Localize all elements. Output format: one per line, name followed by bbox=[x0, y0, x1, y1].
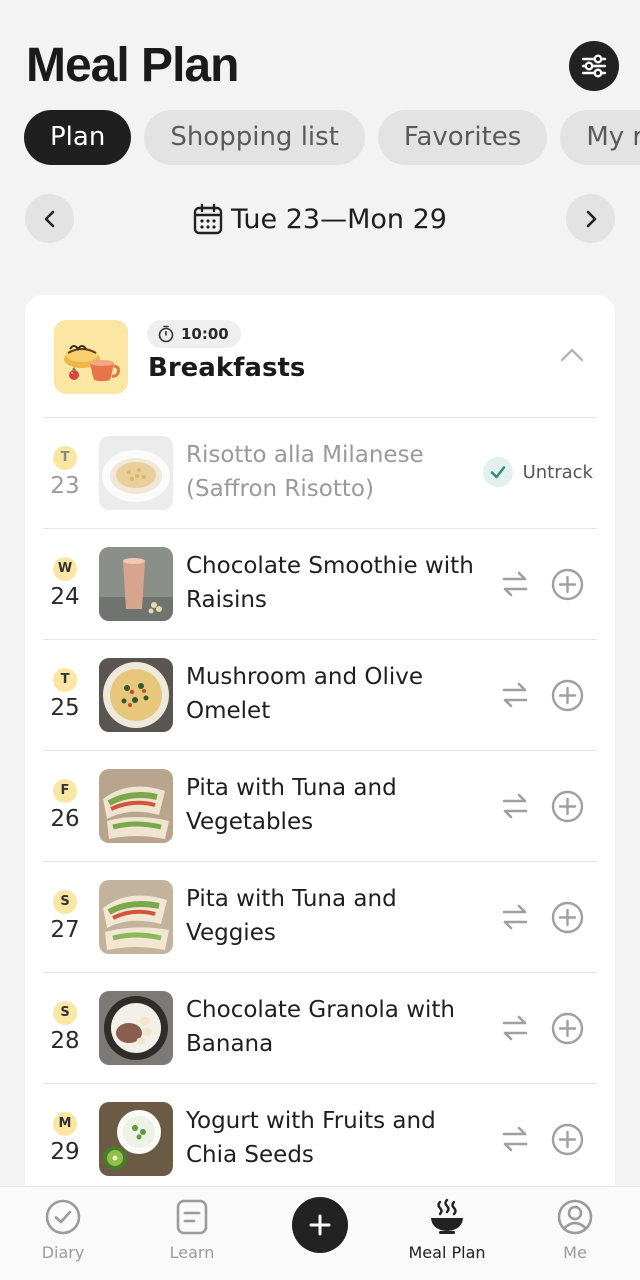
breakfast-illustration bbox=[54, 320, 128, 394]
page-title: Meal Plan bbox=[26, 39, 239, 92]
meal-row[interactable]: W 24 Chocolate Smoothie with Raisins bbox=[43, 529, 597, 640]
tab-my-recipes[interactable]: My re bbox=[560, 110, 640, 165]
nav-me-label: Me bbox=[563, 1243, 587, 1262]
bottom-nav: Diary Learn Meal Plan Me bbox=[0, 1186, 640, 1280]
meal-time-badge: 10:00 bbox=[147, 320, 241, 348]
week-range-label: Tue 23—Mon 29 bbox=[231, 203, 447, 235]
user-circle-icon bbox=[557, 1199, 593, 1235]
day-label: M 29 bbox=[46, 1112, 84, 1167]
meal-card: 10:00 Breakfasts T 23 Risotto alla Milan… bbox=[25, 295, 615, 1205]
add-circle-icon[interactable] bbox=[551, 1012, 584, 1045]
swap-icon[interactable] bbox=[501, 791, 529, 821]
swap-icon[interactable] bbox=[501, 1013, 529, 1043]
add-circle-icon[interactable] bbox=[551, 901, 584, 934]
day-number: 26 bbox=[50, 806, 80, 832]
tab-plan[interactable]: Plan bbox=[24, 110, 132, 165]
food-name: Chocolate Granola with Banana bbox=[186, 997, 456, 1057]
day-number: 28 bbox=[50, 1028, 80, 1054]
week-range[interactable]: Tue 23—Mon 29 bbox=[25, 194, 615, 244]
day-letter: M bbox=[53, 1112, 77, 1136]
day-letter: F bbox=[53, 779, 77, 803]
day-number: 25 bbox=[50, 695, 80, 721]
food-name: Chocolate Smoothie with Raisins bbox=[186, 553, 474, 613]
day-letter: T bbox=[53, 446, 77, 470]
nav-me[interactable]: Me bbox=[525, 1197, 625, 1262]
food-image bbox=[99, 436, 173, 510]
tab-bar: Plan Shopping list Favorites My re bbox=[24, 110, 640, 165]
nav-learn[interactable]: Learn bbox=[142, 1197, 242, 1262]
day-label: S 28 bbox=[46, 1001, 84, 1056]
bowl-icon bbox=[431, 1198, 463, 1234]
next-week-button[interactable] bbox=[566, 194, 615, 243]
add-button[interactable] bbox=[292, 1197, 348, 1253]
check-circle-icon bbox=[45, 1199, 81, 1235]
food-image bbox=[99, 547, 173, 621]
day-letter: S bbox=[53, 1001, 77, 1025]
nav-meal-plan-label: Meal Plan bbox=[408, 1243, 486, 1262]
meal-row[interactable]: S 27 Pita with Tuna and Veggies bbox=[43, 862, 597, 973]
meal-title: Breakfasts bbox=[148, 353, 306, 383]
check-icon bbox=[482, 457, 513, 487]
filter-button[interactable] bbox=[569, 41, 619, 91]
meal-row[interactable]: S 28 Chocolate Granola with Banana bbox=[43, 973, 597, 1084]
add-circle-icon[interactable] bbox=[551, 679, 584, 712]
food-name: Risotto alla Milanese (Saffron Risotto) bbox=[186, 442, 424, 502]
chevron-up-icon[interactable] bbox=[559, 345, 585, 365]
day-letter: T bbox=[53, 668, 77, 692]
swap-icon[interactable] bbox=[501, 680, 529, 710]
nav-learn-label: Learn bbox=[169, 1243, 215, 1262]
tab-shopping-list[interactable]: Shopping list bbox=[144, 110, 365, 165]
day-number: 23 bbox=[50, 473, 80, 499]
food-name: Mushroom and Olive Omelet bbox=[186, 664, 424, 724]
food-image bbox=[99, 1102, 173, 1176]
add-circle-icon[interactable] bbox=[551, 568, 584, 601]
document-icon bbox=[176, 1199, 208, 1235]
meal-time: 10:00 bbox=[181, 325, 229, 343]
day-label: T 25 bbox=[46, 668, 84, 723]
header: Meal Plan bbox=[26, 38, 620, 94]
food-image bbox=[99, 880, 173, 954]
day-letter: W bbox=[53, 557, 77, 581]
calendar-icon bbox=[193, 203, 223, 235]
food-image bbox=[99, 658, 173, 732]
day-number: 29 bbox=[50, 1139, 80, 1165]
day-label: T 23 bbox=[46, 446, 84, 501]
swap-icon[interactable] bbox=[501, 902, 529, 932]
food-name: Yogurt with Fruits and Chia Seeds bbox=[186, 1108, 436, 1168]
day-number: 27 bbox=[50, 917, 80, 943]
meal-row[interactable]: F 26 Pita with Tuna and Vegetables bbox=[43, 751, 597, 862]
swap-icon[interactable] bbox=[501, 569, 529, 599]
food-name: Pita with Tuna and Veggies bbox=[186, 886, 397, 946]
day-letter: S bbox=[53, 890, 77, 914]
week-navigator: Tue 23—Mon 29 bbox=[25, 194, 615, 244]
food-image bbox=[99, 769, 173, 843]
add-circle-icon[interactable] bbox=[551, 790, 584, 823]
food-image bbox=[99, 991, 173, 1065]
swap-icon[interactable] bbox=[501, 1124, 529, 1154]
stopwatch-icon bbox=[158, 325, 174, 343]
chevron-right-icon bbox=[586, 210, 596, 227]
sliders-icon bbox=[581, 54, 607, 78]
day-label: S 27 bbox=[46, 890, 84, 945]
add-circle-icon[interactable] bbox=[551, 1123, 584, 1156]
day-label: F 26 bbox=[46, 779, 84, 834]
nav-diary[interactable]: Diary bbox=[13, 1197, 113, 1262]
nav-diary-label: Diary bbox=[41, 1243, 85, 1262]
meal-row[interactable]: T 25 Mushroom and Olive Omelet bbox=[43, 640, 597, 751]
untrack-label: Untrack bbox=[522, 461, 593, 483]
untrack-button[interactable]: Untrack bbox=[482, 457, 593, 487]
meal-card-header[interactable]: 10:00 Breakfasts bbox=[43, 295, 597, 418]
plus-icon bbox=[309, 1214, 331, 1236]
nav-meal-plan[interactable]: Meal Plan bbox=[397, 1197, 497, 1262]
meal-row[interactable]: M 29 Yogurt with Fruits and Chia Seeds bbox=[43, 1084, 597, 1195]
day-number: 24 bbox=[50, 584, 80, 610]
meal-row[interactable]: T 23 Risotto alla Milanese (Saffron Riso… bbox=[43, 418, 597, 529]
day-label: W 24 bbox=[46, 557, 84, 612]
food-name: Pita with Tuna and Vegetables bbox=[186, 775, 397, 835]
tab-favorites[interactable]: Favorites bbox=[377, 110, 548, 165]
